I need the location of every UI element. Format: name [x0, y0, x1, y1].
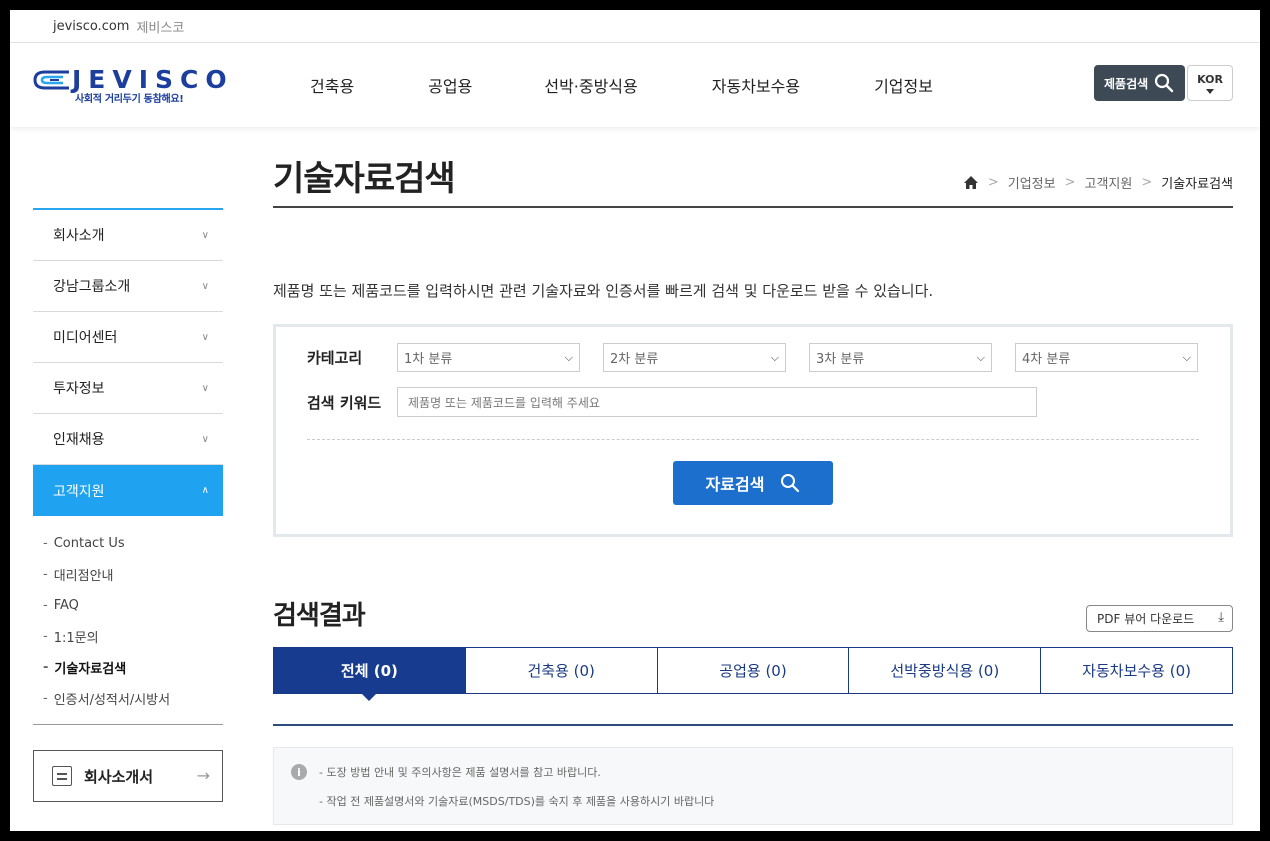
breadcrumb-separator: > — [987, 175, 999, 190]
tab-building[interactable]: 건축용 (0) — [466, 648, 658, 693]
category-select-3[interactable]: 3차 분류 ⌵ — [809, 343, 992, 372]
main-content: 기술자료검색 > 기업정보 > 고객지원 > 기술자료검색 제품명 또는 제품코… — [273, 127, 1233, 825]
logo[interactable]: JEVISCO 사회적 거리두기 동참해요! — [33, 65, 233, 105]
chevron-down-icon: ∨ — [201, 433, 209, 445]
brochure-label: 회사소개서 — [84, 767, 154, 786]
notice-line: - 도장 방법 안내 및 주의사항은 제품 설명서를 참고 바랍니다. — [319, 766, 601, 779]
search-submit-button[interactable]: 자료검색 — [673, 461, 833, 505]
search-icon — [1155, 73, 1174, 93]
breadcrumb-support[interactable]: 고객지원 — [1084, 173, 1132, 192]
submenu-tech-search[interactable]: - 기술자료검색 — [43, 652, 223, 683]
chevron-down-icon: ∨ — [201, 280, 209, 292]
sidebar-item-investment[interactable]: 투자정보 ∨ — [33, 363, 223, 414]
keyword-row: 검색 키워드 제품명 또는 제품코드를 입력해 주세요 — [307, 387, 1037, 417]
logo-mark-icon — [33, 70, 69, 90]
result-tabs: 전체 (0) 건축용 (0) 공업용 (0) 선박중방식용 (0) 자동차보수용… — [273, 647, 1233, 694]
submenu-dealers[interactable]: - 대리점안내 — [43, 559, 223, 590]
caret-down-icon — [1206, 88, 1214, 94]
browser-viewport: jevisco.com 제비스코 JEVISCO 사회적 거리두기 동참해요! … — [10, 10, 1260, 831]
chevron-down-icon: ⌵ — [1182, 350, 1191, 364]
product-search-button[interactable]: 제품검색 — [1094, 65, 1185, 101]
chevron-down-icon: ⌵ — [770, 350, 779, 364]
tab-marine[interactable]: 선박중방식용 (0) — [849, 648, 1042, 693]
site-link[interactable]: jevisco.com — [53, 19, 129, 34]
search-icon — [781, 474, 800, 493]
sidebar: 회사소개 ∨ 강남그룹소개 ∨ 미디어센터 ∨ 투자정보 ∨ 인재채용 ∨ 고객… — [33, 208, 223, 802]
language-selector[interactable]: KOR — [1187, 65, 1233, 101]
nav-building[interactable]: 건축용 — [310, 73, 354, 97]
sidebar-item-group[interactable]: 강남그룹소개 ∨ — [33, 261, 223, 312]
sidebar-item-company[interactable]: 회사소개 ∨ — [33, 210, 223, 261]
logo-slogan: 사회적 거리두기 동참해요! — [75, 94, 184, 105]
top-bar: jevisco.com 제비스코 — [10, 10, 1260, 43]
product-search-label: 제품검색 — [1104, 76, 1149, 91]
tab-industrial[interactable]: 공업용 (0) — [658, 648, 850, 693]
tab-all[interactable]: 전체 (0) — [274, 648, 466, 693]
pdf-viewer-download-button[interactable]: PDF 뷰어 다운로드 ⤓ — [1086, 605, 1233, 632]
tab-automotive[interactable]: 자동차보수용 (0) — [1041, 648, 1232, 693]
submenu-faq[interactable]: - FAQ — [43, 590, 223, 621]
support-submenu: - Contact Us - 대리점안내 - FAQ -1:1문의 - 기술자료검색 -… — [33, 516, 223, 725]
arrow-right-icon: → — [196, 766, 210, 785]
chevron-down-icon: ∨ — [201, 331, 209, 343]
notice-line: - 작업 전 제품설명서와 기술자료(MSDS/TDS)를 숙지 후 제품을 사… — [319, 795, 715, 808]
nav-industrial[interactable]: 공업용 — [428, 73, 472, 97]
sidebar-item-label: 인재채용 — [53, 432, 105, 448]
sidebar-item-recruit[interactable]: 인재채용 ∨ — [33, 414, 223, 465]
pdf-viewer-label: PDF 뷰어 다운로드 — [1097, 612, 1195, 626]
category-select-1[interactable]: 1차 분류 ⌵ — [397, 343, 580, 372]
nav-marine[interactable]: 선박·중방식용 — [544, 73, 637, 97]
nav-automotive[interactable]: 자동차보수용 — [712, 73, 800, 97]
download-icon: ⤓ — [1218, 610, 1224, 625]
submenu-certificates[interactable]: - 인증서/성적서/시방서 — [43, 683, 223, 714]
chevron-up-icon: ∧ — [201, 485, 209, 496]
chevron-down-icon: ⌵ — [564, 350, 573, 364]
breadcrumb-company[interactable]: 기업정보 — [1008, 173, 1056, 192]
divider — [307, 439, 1199, 440]
keyword-label: 검색 키워드 — [307, 393, 382, 412]
info-icon: i — [291, 764, 307, 780]
chevron-down-icon: ⌵ — [976, 350, 985, 364]
breadcrumb: > 기업정보 > 고객지원 > 기술자료검색 — [963, 173, 1233, 192]
chevron-down-icon: ∨ — [201, 229, 209, 241]
home-icon[interactable] — [963, 175, 979, 190]
sidebar-item-label: 강남그룹소개 — [53, 279, 131, 295]
notice-box: i - 도장 방법 안내 및 주의사항은 제품 설명서를 참고 바랍니다. - … — [273, 747, 1233, 825]
document-icon — [52, 766, 72, 786]
sidebar-item-support[interactable]: 고객지원 ∧ — [33, 465, 223, 516]
breadcrumb-current: 기술자료검색 — [1161, 177, 1233, 192]
results-divider — [273, 724, 1233, 726]
language-label: KOR — [1197, 72, 1223, 86]
search-submit-label: 자료검색 — [705, 475, 765, 494]
category-label: 카테고리 — [307, 349, 363, 367]
page-header: 기술자료검색 > 기업정보 > 고객지원 > 기술자료검색 — [273, 127, 1233, 208]
category-select-4[interactable]: 4차 분류 ⌵ — [1015, 343, 1198, 372]
brochure-button[interactable]: 회사소개서 → — [33, 750, 223, 802]
category-row: 카테고리 1차 분류 ⌵ 2차 분류 ⌵ 3차 분류 ⌵ 4차 분류 ⌵ — [307, 343, 1221, 372]
sidebar-item-label: 미디어센터 — [53, 330, 118, 346]
breadcrumb-separator: > — [1064, 175, 1076, 190]
results-title: 검색결과 — [273, 601, 366, 631]
sidebar-item-label: 고객지원 — [53, 483, 105, 500]
nav-company[interactable]: 기업정보 — [874, 73, 933, 97]
sidebar-item-media[interactable]: 미디어센터 ∨ — [33, 312, 223, 363]
chevron-down-icon: ∨ — [201, 382, 209, 394]
sidebar-item-label: 회사소개 — [53, 228, 105, 244]
header: JEVISCO 사회적 거리두기 동참해요! 건축용 공업용 선박·중방식용 자… — [10, 43, 1260, 127]
sidebar-item-label: 투자정보 — [53, 381, 105, 397]
site-name-korean: 제비스코 — [136, 20, 185, 36]
page-title: 기술자료검색 — [273, 159, 456, 199]
intro-text: 제품명 또는 제품코드를 입력하시면 관련 기술자료와 인증서를 빠르게 검색 … — [273, 282, 934, 300]
breadcrumb-separator: > — [1141, 175, 1153, 190]
category-select-2[interactable]: 2차 분류 ⌵ — [603, 343, 786, 372]
keyword-input[interactable]: 제품명 또는 제품코드를 입력해 주세요 — [397, 387, 1037, 417]
submenu-contact[interactable]: - Contact Us — [43, 528, 223, 559]
submenu-inquiry[interactable]: -1:1문의 — [43, 621, 223, 652]
main-nav: 건축용 공업용 선박·중방식용 자동차보수용 기업정보 — [310, 43, 1007, 127]
search-form: 카테고리 1차 분류 ⌵ 2차 분류 ⌵ 3차 분류 ⌵ 4차 분류 ⌵ 검색 키워드 … — [273, 324, 1233, 537]
